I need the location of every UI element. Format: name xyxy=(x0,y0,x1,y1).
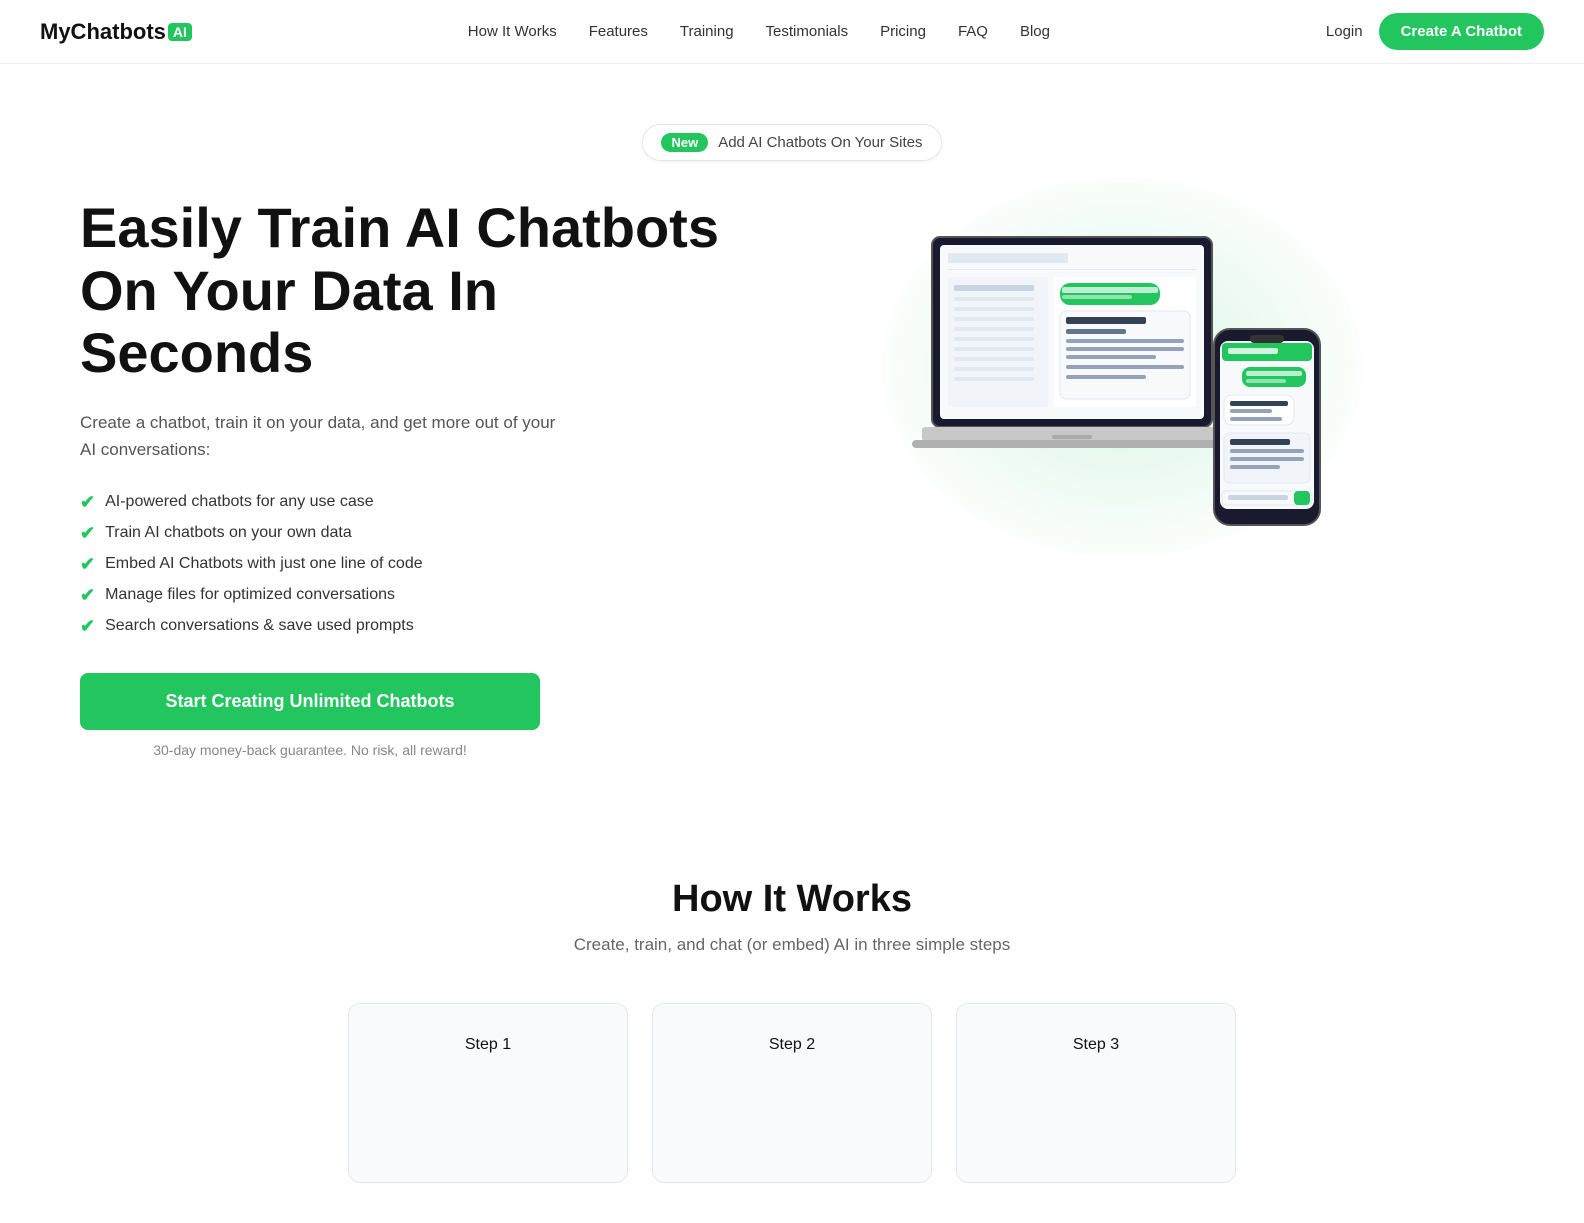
logo[interactable]: MyChatbotsAI xyxy=(40,19,192,45)
hero-title: Easily Train AI Chatbots On Your Data In… xyxy=(80,197,740,385)
check-icon-4: ✔ xyxy=(80,585,95,606)
hero-right xyxy=(740,197,1504,537)
hero-guarantee: 30-day money-back guarantee. No risk, al… xyxy=(80,742,540,758)
login-button[interactable]: Login xyxy=(1326,23,1363,40)
hero-image-container xyxy=(912,197,1332,537)
step-card-2: Step 2 xyxy=(652,1003,932,1183)
nav-blog[interactable]: Blog xyxy=(1020,23,1050,40)
hero-description: Create a chatbot, train it on your data,… xyxy=(80,409,560,463)
how-it-works-section: How It Works Create, train, and chat (or… xyxy=(0,798,1584,1223)
hero-left: Easily Train AI Chatbots On Your Data In… xyxy=(80,197,740,758)
step-card-1: Step 1 xyxy=(348,1003,628,1183)
check-icon-2: ✔ xyxy=(80,523,95,544)
hero-badge: New Add AI Chatbots On Your Sites xyxy=(642,124,941,161)
steps-row: Step 1 Step 2 Step 3 xyxy=(40,1003,1544,1183)
phone-mockup xyxy=(1212,327,1322,527)
step-label-1: Step 1 xyxy=(465,1036,511,1053)
navbar-actions: Login Create A Chatbot xyxy=(1326,13,1544,50)
logo-ai-badge: AI xyxy=(168,23,192,41)
feature-text-1: AI-powered chatbots for any use case xyxy=(105,493,374,511)
feature-2: ✔ Train AI chatbots on your own data xyxy=(80,523,740,544)
logo-text: MyChatbots xyxy=(40,19,166,45)
how-it-works-title: How It Works xyxy=(40,878,1544,921)
hero-cta-button[interactable]: Start Creating Unlimited Chatbots xyxy=(80,673,540,730)
nav-training[interactable]: Training xyxy=(680,23,734,40)
step-card-3: Step 3 xyxy=(956,1003,1236,1183)
feature-text-4: Manage files for optimized conversations xyxy=(105,586,395,604)
hero-content: Easily Train AI Chatbots On Your Data In… xyxy=(80,197,1504,758)
nav-faq[interactable]: FAQ xyxy=(958,23,988,40)
nav-how-it-works[interactable]: How It Works xyxy=(468,23,557,40)
create-chatbot-button[interactable]: Create A Chatbot xyxy=(1379,13,1544,50)
how-it-works-subtitle: Create, train, and chat (or embed) AI in… xyxy=(40,935,1544,955)
navbar: MyChatbotsAI How It Works Features Train… xyxy=(0,0,1584,64)
laptop-mockup xyxy=(912,227,1252,487)
feature-5: ✔ Search conversations & save used promp… xyxy=(80,616,740,637)
nav-pricing[interactable]: Pricing xyxy=(880,23,926,40)
check-icon-5: ✔ xyxy=(80,616,95,637)
step-label-3: Step 3 xyxy=(1073,1036,1119,1053)
nav-features[interactable]: Features xyxy=(589,23,648,40)
feature-text-5: Search conversations & save used prompts xyxy=(105,617,414,635)
step-label-2: Step 2 xyxy=(769,1036,815,1053)
nav-testimonials[interactable]: Testimonials xyxy=(766,23,849,40)
hero-section: New Add AI Chatbots On Your Sites Easily… xyxy=(0,64,1584,798)
hero-features: ✔ AI-powered chatbots for any use case ✔… xyxy=(80,492,740,637)
feature-text-3: Embed AI Chatbots with just one line of … xyxy=(105,555,423,573)
check-icon-1: ✔ xyxy=(80,492,95,513)
feature-4: ✔ Manage files for optimized conversatio… xyxy=(80,585,740,606)
feature-text-2: Train AI chatbots on your own data xyxy=(105,524,352,542)
badge-text: Add AI Chatbots On Your Sites xyxy=(718,134,922,151)
feature-3: ✔ Embed AI Chatbots with just one line o… xyxy=(80,554,740,575)
badge-new-label: New xyxy=(661,133,708,152)
feature-1: ✔ AI-powered chatbots for any use case xyxy=(80,492,740,513)
nav-links: How It Works Features Training Testimoni… xyxy=(468,23,1050,41)
check-icon-3: ✔ xyxy=(80,554,95,575)
